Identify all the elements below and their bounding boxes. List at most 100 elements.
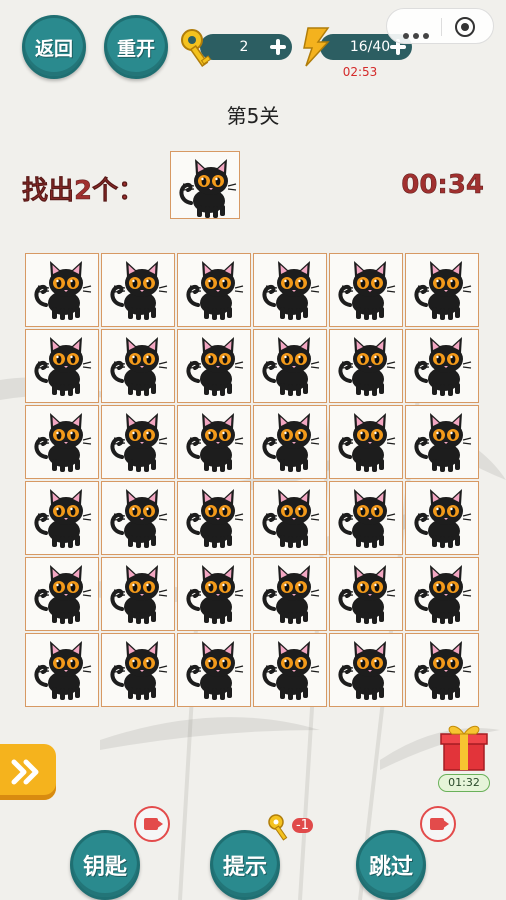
- black-cat-icon: [412, 259, 472, 321]
- black-cat-icon: [108, 411, 168, 473]
- grid-cell[interactable]: [329, 329, 403, 403]
- grid-cell[interactable]: [101, 557, 175, 631]
- double-chevron-right-icon: [11, 759, 39, 785]
- grid-cell[interactable]: [25, 481, 99, 555]
- black-cat-icon: [32, 411, 92, 473]
- grid-cell[interactable]: [329, 633, 403, 707]
- black-cat-icon: [108, 639, 168, 701]
- black-cat-icon: [184, 335, 244, 397]
- grid-cell[interactable]: [329, 405, 403, 479]
- grid-cell[interactable]: [253, 405, 327, 479]
- lightning-icon: [303, 27, 330, 67]
- black-cat-icon: [260, 335, 320, 397]
- black-cat-icon: [412, 639, 472, 701]
- restart-button[interactable]: 重开: [104, 15, 168, 79]
- hint-cost-badge: -1: [292, 818, 313, 833]
- grid-cell[interactable]: [101, 633, 175, 707]
- key-icon: [181, 29, 212, 67]
- black-cat-icon: [336, 411, 396, 473]
- black-cat-icon: [412, 335, 472, 397]
- target-icon-box: [170, 151, 240, 219]
- back-button[interactable]: 返回: [22, 15, 86, 79]
- grid-cell[interactable]: [405, 329, 479, 403]
- grid-cell[interactable]: [177, 557, 251, 631]
- keys-button[interactable]: 钥匙: [70, 830, 140, 900]
- grid-cell[interactable]: [253, 633, 327, 707]
- grid-cell[interactable]: [101, 481, 175, 555]
- black-cat-icon: [184, 563, 244, 625]
- grid-cell[interactable]: [405, 557, 479, 631]
- find-instruction: 找出2个：: [22, 176, 145, 207]
- black-cat-icon: [108, 487, 168, 549]
- black-cat-icon: [412, 563, 472, 625]
- gift-icon[interactable]: [438, 718, 490, 774]
- black-cat-icon: [412, 411, 472, 473]
- black-cat-icon: [32, 563, 92, 625]
- grid-cell[interactable]: [405, 405, 479, 479]
- black-cat-icon: [336, 259, 396, 321]
- grid-cell[interactable]: [253, 329, 327, 403]
- grid-cell[interactable]: [25, 633, 99, 707]
- video-ad-icon: [134, 806, 170, 842]
- black-cat-icon: [177, 157, 237, 219]
- black-cat-icon: [32, 639, 92, 701]
- grid-cell[interactable]: [177, 329, 251, 403]
- grid-cell[interactable]: [329, 253, 403, 327]
- black-cat-icon: [108, 335, 168, 397]
- grid-cell[interactable]: [405, 481, 479, 555]
- black-cat-icon: [184, 411, 244, 473]
- black-cat-icon: [336, 335, 396, 397]
- black-cat-icon: [336, 639, 396, 701]
- energy-timer: 02:53: [342, 65, 378, 79]
- skip-button[interactable]: 跳过: [356, 830, 426, 900]
- energy-value: 16/40: [349, 39, 391, 55]
- close-icon[interactable]: [455, 17, 475, 37]
- skip-label: 跳过: [368, 855, 413, 880]
- fast-forward-button[interactable]: [0, 744, 56, 800]
- grid-cell[interactable]: [101, 329, 175, 403]
- grid-cell[interactable]: [25, 405, 99, 479]
- countdown-timer: 00:34: [401, 170, 484, 201]
- black-cat-icon: [260, 259, 320, 321]
- grid-cell[interactable]: [253, 557, 327, 631]
- black-cat-icon: [32, 335, 92, 397]
- black-cat-icon: [184, 487, 244, 549]
- grid-cell[interactable]: [101, 253, 175, 327]
- restart-label: 重开: [116, 37, 155, 60]
- black-cat-icon: [336, 487, 396, 549]
- black-cat-icon: [32, 487, 92, 549]
- black-cat-icon: [184, 639, 244, 701]
- grid-cell[interactable]: [25, 557, 99, 631]
- grid-cell[interactable]: [253, 481, 327, 555]
- grid-cell[interactable]: [177, 405, 251, 479]
- black-cat-icon: [412, 487, 472, 549]
- icon-grid: [25, 253, 481, 709]
- grid-cell[interactable]: [177, 253, 251, 327]
- grid-cell[interactable]: [101, 405, 175, 479]
- grid-cell[interactable]: [177, 481, 251, 555]
- keys-label: 钥匙: [82, 855, 127, 880]
- grid-cell[interactable]: [329, 481, 403, 555]
- video-ad-icon: [420, 806, 456, 842]
- keys-count: 2: [239, 39, 249, 55]
- gift-timer: 01:32: [438, 774, 490, 792]
- back-label: 返回: [34, 37, 73, 60]
- grid-cell[interactable]: [405, 253, 479, 327]
- black-cat-icon: [260, 563, 320, 625]
- black-cat-icon: [108, 563, 168, 625]
- add-keys-plus-icon[interactable]: [268, 37, 288, 57]
- grid-cell[interactable]: [177, 633, 251, 707]
- black-cat-icon: [260, 487, 320, 549]
- black-cat-icon: [184, 259, 244, 321]
- grid-cell[interactable]: [253, 253, 327, 327]
- grid-cell[interactable]: [329, 557, 403, 631]
- grid-cell[interactable]: [25, 253, 99, 327]
- grid-cell[interactable]: [405, 633, 479, 707]
- level-title: 第5关: [226, 104, 280, 128]
- black-cat-icon: [336, 563, 396, 625]
- black-cat-icon: [260, 639, 320, 701]
- black-cat-icon: [260, 411, 320, 473]
- more-icon[interactable]: [403, 24, 433, 43]
- mini-program-capsule: [386, 8, 494, 44]
- grid-cell[interactable]: [25, 329, 99, 403]
